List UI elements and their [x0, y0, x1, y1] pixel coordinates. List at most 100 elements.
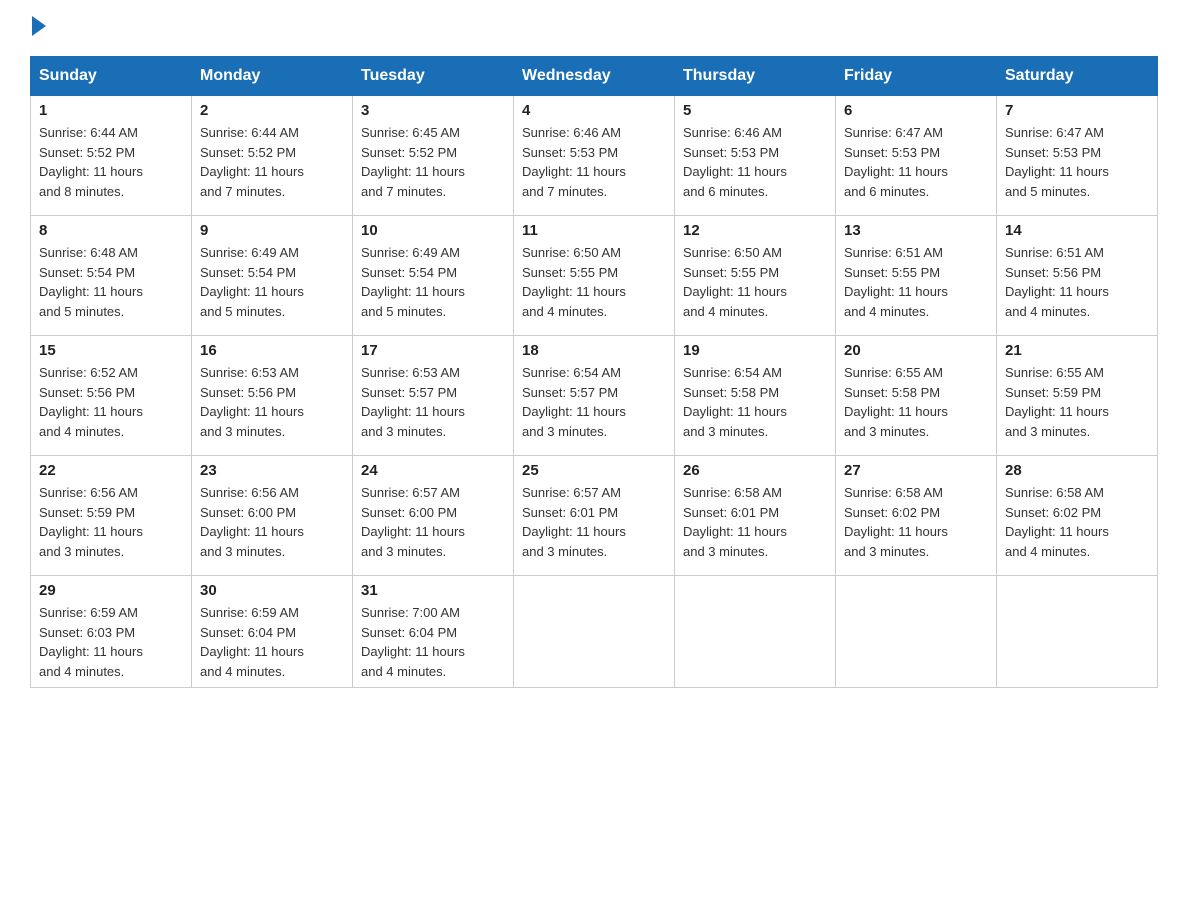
day-number: 15	[39, 342, 183, 359]
calendar-cell	[675, 576, 836, 688]
day-info: Sunrise: 6:45 AMSunset: 5:52 PMDaylight:…	[361, 123, 505, 201]
day-number: 28	[1005, 462, 1149, 479]
day-info: Sunrise: 6:46 AMSunset: 5:53 PMDaylight:…	[683, 123, 827, 201]
day-number: 4	[522, 102, 666, 119]
day-info: Sunrise: 6:53 AMSunset: 5:56 PMDaylight:…	[200, 363, 344, 441]
day-info: Sunrise: 6:46 AMSunset: 5:53 PMDaylight:…	[522, 123, 666, 201]
calendar-cell	[997, 576, 1158, 688]
day-info: Sunrise: 6:58 AMSunset: 6:01 PMDaylight:…	[683, 483, 827, 561]
calendar-cell: 3 Sunrise: 6:45 AMSunset: 5:52 PMDaylight…	[353, 96, 514, 216]
day-info: Sunrise: 6:47 AMSunset: 5:53 PMDaylight:…	[844, 123, 988, 201]
calendar-cell: 30 Sunrise: 6:59 AMSunset: 6:04 PMDayligh…	[192, 576, 353, 688]
day-number: 18	[522, 342, 666, 359]
day-number: 17	[361, 342, 505, 359]
calendar-cell: 7 Sunrise: 6:47 AMSunset: 5:53 PMDaylight…	[997, 96, 1158, 216]
day-number: 30	[200, 582, 344, 599]
calendar-header-row: SundayMondayTuesdayWednesdayThursdayFrid…	[31, 57, 1158, 96]
day-info: Sunrise: 6:56 AMSunset: 6:00 PMDaylight:…	[200, 483, 344, 561]
day-info: Sunrise: 7:00 AMSunset: 6:04 PMDaylight:…	[361, 603, 505, 681]
day-info: Sunrise: 6:47 AMSunset: 5:53 PMDaylight:…	[1005, 123, 1149, 201]
calendar-cell: 19 Sunrise: 6:54 AMSunset: 5:58 PMDayligh…	[675, 336, 836, 456]
calendar-table: SundayMondayTuesdayWednesdayThursdayFrid…	[30, 56, 1158, 688]
week-row-1: 1 Sunrise: 6:44 AMSunset: 5:52 PMDaylight…	[31, 96, 1158, 216]
calendar-cell: 17Sunrise: 6:53 AMSunset: 5:57 PMDayligh…	[353, 336, 514, 456]
day-number: 1	[39, 102, 183, 119]
calendar-cell: 5 Sunrise: 6:46 AMSunset: 5:53 PMDaylight…	[675, 96, 836, 216]
day-number: 2	[200, 102, 344, 119]
day-info: Sunrise: 6:51 AMSunset: 5:55 PMDaylight:…	[844, 243, 988, 321]
day-number: 8	[39, 222, 183, 239]
day-number: 22	[39, 462, 183, 479]
logo	[30, 20, 46, 36]
day-number: 26	[683, 462, 827, 479]
col-header-friday: Friday	[836, 57, 997, 96]
day-info: Sunrise: 6:44 AMSunset: 5:52 PMDaylight:…	[200, 123, 344, 201]
calendar-cell: 31Sunrise: 7:00 AMSunset: 6:04 PMDayligh…	[353, 576, 514, 688]
calendar-cell: 10Sunrise: 6:49 AMSunset: 5:54 PMDayligh…	[353, 216, 514, 336]
day-info: Sunrise: 6:57 AMSunset: 6:01 PMDaylight:…	[522, 483, 666, 561]
day-number: 7	[1005, 102, 1149, 119]
col-header-sunday: Sunday	[31, 57, 192, 96]
day-number: 14	[1005, 222, 1149, 239]
day-info: Sunrise: 6:56 AMSunset: 5:59 PMDaylight:…	[39, 483, 183, 561]
calendar-cell: 29 Sunrise: 6:59 AMSunset: 6:03 PMDayligh…	[31, 576, 192, 688]
day-info: Sunrise: 6:59 AMSunset: 6:04 PMDaylight:…	[200, 603, 344, 681]
day-info: Sunrise: 6:44 AMSunset: 5:52 PMDaylight:…	[39, 123, 183, 201]
day-number: 23	[200, 462, 344, 479]
calendar-cell	[514, 576, 675, 688]
calendar-cell: 2 Sunrise: 6:44 AMSunset: 5:52 PMDaylight…	[192, 96, 353, 216]
day-number: 27	[844, 462, 988, 479]
week-row-4: 22 Sunrise: 6:56 AMSunset: 5:59 PMDayligh…	[31, 456, 1158, 576]
day-number: 11	[522, 222, 666, 239]
day-number: 16	[200, 342, 344, 359]
day-number: 3	[361, 102, 505, 119]
calendar-cell: 27 Sunrise: 6:58 AMSunset: 6:02 PMDayligh…	[836, 456, 997, 576]
day-info: Sunrise: 6:58 AMSunset: 6:02 PMDaylight:…	[844, 483, 988, 561]
calendar-cell: 9 Sunrise: 6:49 AMSunset: 5:54 PMDaylight…	[192, 216, 353, 336]
day-number: 12	[683, 222, 827, 239]
day-info: Sunrise: 6:50 AMSunset: 5:55 PMDaylight:…	[683, 243, 827, 321]
calendar-cell: 8 Sunrise: 6:48 AMSunset: 5:54 PMDaylight…	[31, 216, 192, 336]
col-header-saturday: Saturday	[997, 57, 1158, 96]
calendar-cell: 26 Sunrise: 6:58 AMSunset: 6:01 PMDayligh…	[675, 456, 836, 576]
calendar-cell: 15Sunrise: 6:52 AMSunset: 5:56 PMDayligh…	[31, 336, 192, 456]
day-info: Sunrise: 6:58 AMSunset: 6:02 PMDaylight:…	[1005, 483, 1149, 561]
day-number: 6	[844, 102, 988, 119]
calendar-cell: 4 Sunrise: 6:46 AMSunset: 5:53 PMDaylight…	[514, 96, 675, 216]
col-header-wednesday: Wednesday	[514, 57, 675, 96]
day-number: 9	[200, 222, 344, 239]
calendar-cell: 21 Sunrise: 6:55 AMSunset: 5:59 PMDayligh…	[997, 336, 1158, 456]
col-header-thursday: Thursday	[675, 57, 836, 96]
col-header-monday: Monday	[192, 57, 353, 96]
calendar-cell: 25 Sunrise: 6:57 AMSunset: 6:01 PMDayligh…	[514, 456, 675, 576]
week-row-3: 15Sunrise: 6:52 AMSunset: 5:56 PMDayligh…	[31, 336, 1158, 456]
day-number: 25	[522, 462, 666, 479]
day-number: 13	[844, 222, 988, 239]
calendar-cell: 13 Sunrise: 6:51 AMSunset: 5:55 PMDayligh…	[836, 216, 997, 336]
calendar-cell	[836, 576, 997, 688]
day-number: 19	[683, 342, 827, 359]
page-header	[30, 20, 1158, 36]
calendar-cell: 11Sunrise: 6:50 AMSunset: 5:55 PMDayligh…	[514, 216, 675, 336]
day-info: Sunrise: 6:57 AMSunset: 6:00 PMDaylight:…	[361, 483, 505, 561]
day-number: 29	[39, 582, 183, 599]
week-row-2: 8 Sunrise: 6:48 AMSunset: 5:54 PMDaylight…	[31, 216, 1158, 336]
day-info: Sunrise: 6:54 AMSunset: 5:58 PMDaylight:…	[683, 363, 827, 441]
logo-arrow-icon	[32, 16, 46, 36]
week-row-5: 29 Sunrise: 6:59 AMSunset: 6:03 PMDayligh…	[31, 576, 1158, 688]
day-info: Sunrise: 6:54 AMSunset: 5:57 PMDaylight:…	[522, 363, 666, 441]
day-number: 21	[1005, 342, 1149, 359]
day-info: Sunrise: 6:55 AMSunset: 5:59 PMDaylight:…	[1005, 363, 1149, 441]
day-info: Sunrise: 6:48 AMSunset: 5:54 PMDaylight:…	[39, 243, 183, 321]
day-info: Sunrise: 6:49 AMSunset: 5:54 PMDaylight:…	[200, 243, 344, 321]
calendar-cell: 16 Sunrise: 6:53 AMSunset: 5:56 PMDayligh…	[192, 336, 353, 456]
day-info: Sunrise: 6:59 AMSunset: 6:03 PMDaylight:…	[39, 603, 183, 681]
col-header-tuesday: Tuesday	[353, 57, 514, 96]
calendar-cell: 20Sunrise: 6:55 AMSunset: 5:58 PMDayligh…	[836, 336, 997, 456]
day-number: 24	[361, 462, 505, 479]
calendar-cell: 24 Sunrise: 6:57 AMSunset: 6:00 PMDayligh…	[353, 456, 514, 576]
day-number: 5	[683, 102, 827, 119]
calendar-cell: 6 Sunrise: 6:47 AMSunset: 5:53 PMDaylight…	[836, 96, 997, 216]
day-info: Sunrise: 6:49 AMSunset: 5:54 PMDaylight:…	[361, 243, 505, 321]
day-info: Sunrise: 6:51 AMSunset: 5:56 PMDaylight:…	[1005, 243, 1149, 321]
